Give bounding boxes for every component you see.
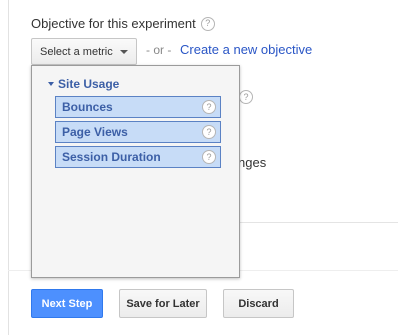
discard-button[interactable]: Discard [223,289,294,318]
objective-label-text: Objective for this experiment [31,16,196,31]
help-icon[interactable]: ? [202,100,216,114]
chevron-down-icon [120,50,128,54]
metric-option-label: Bounces [62,100,113,114]
metric-option-label: Page Views [62,125,128,139]
metric-option-bounces[interactable]: Bounces ? [55,96,221,118]
save-for-later-button[interactable]: Save for Later [119,289,207,318]
group-header-site-usage[interactable]: Site Usage [48,77,119,91]
objective-heading: Objective for this experiment ? [31,16,215,31]
background-changes-text: nges [238,155,267,170]
group-label: Site Usage [58,77,120,91]
next-step-button[interactable]: Next Step [31,289,103,318]
help-icon[interactable]: ? [202,150,216,164]
metric-dropdown-menu: Site Usage Bounces ? Page Views ? Sessio… [31,65,240,278]
help-icon[interactable]: ? [239,90,253,104]
metric-option-page-views[interactable]: Page Views ? [55,121,221,143]
metric-select-dropdown[interactable]: Select a metric [31,38,137,65]
create-new-objective-link[interactable]: Create a new objective [180,42,312,57]
help-icon[interactable]: ? [200,16,215,31]
metric-option-session-duration[interactable]: Session Duration ? [55,146,221,168]
metric-option-label: Session Duration [62,150,161,164]
triangle-down-icon [48,82,54,86]
left-panel-divider [8,0,9,335]
help-icon[interactable]: ? [202,125,216,139]
or-separator: - or - [146,43,172,57]
section-divider [238,222,398,223]
metric-select-placeholder: Select a metric [40,45,113,58]
